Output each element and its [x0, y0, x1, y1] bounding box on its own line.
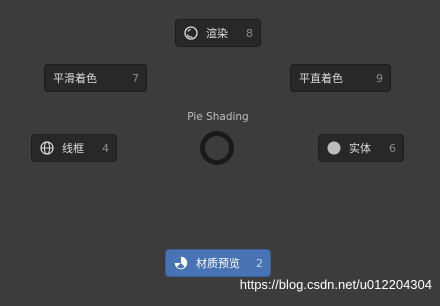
render-sphere-icon [184, 26, 198, 40]
render-button[interactable]: 渲染 8 [175, 19, 261, 47]
solid-label: 实体 [349, 142, 371, 155]
smooth-shading-button[interactable]: 平滑着色 7 [44, 64, 147, 92]
smooth-shading-label: 平滑着色 [53, 72, 97, 85]
material-sphere-icon [174, 256, 188, 270]
wireframe-globe-icon [40, 141, 54, 155]
render-label: 渲染 [206, 27, 228, 40]
solid-button[interactable]: 实体 6 [318, 134, 404, 162]
solid-sphere-icon [327, 141, 341, 155]
pie-center-ring [200, 131, 234, 165]
material-preview-button[interactable]: 材质预览 2 [165, 249, 271, 277]
flat-shading-shortcut: 9 [376, 71, 383, 85]
wireframe-label: 线框 [62, 142, 84, 155]
material-preview-label: 材质预览 [196, 257, 240, 270]
render-shortcut: 8 [246, 26, 253, 40]
smooth-shading-shortcut: 7 [132, 71, 139, 85]
wireframe-button[interactable]: 线框 4 [31, 134, 117, 162]
flat-shading-label: 平直着色 [299, 72, 343, 85]
wireframe-shortcut: 4 [102, 141, 109, 155]
pie-menu-title: Pie Shading [187, 111, 249, 123]
solid-shortcut: 6 [389, 141, 396, 155]
watermark-url: https://blog.csdn.net/u012204304 [239, 277, 432, 292]
flat-shading-button[interactable]: 平直着色 9 [290, 64, 391, 92]
material-preview-shortcut: 2 [256, 256, 263, 270]
